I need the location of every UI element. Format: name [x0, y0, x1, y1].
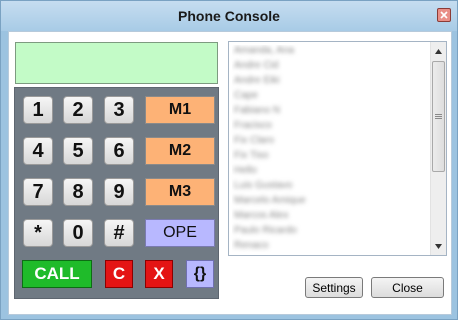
settings-button[interactable]: Settings	[305, 277, 363, 298]
list-item[interactable]: Marcelo Amique	[234, 195, 394, 207]
key-8[interactable]: 8	[63, 178, 93, 206]
cancel-button[interactable]: X	[145, 260, 173, 288]
list-item[interactable]: Hello	[234, 165, 394, 177]
list-item[interactable]: Cape	[234, 90, 394, 102]
list-item[interactable]: Amanda, Ana	[234, 45, 394, 57]
list-item[interactable]: Renaco	[234, 240, 394, 252]
memory-m1-button[interactable]: M1	[145, 96, 215, 124]
key-4[interactable]: 4	[23, 137, 53, 165]
close-button[interactable]: Close	[371, 277, 444, 298]
arrow-down-icon	[435, 243, 442, 249]
window-title: Phone Console	[178, 8, 280, 24]
list-item[interactable]: Fix Claro	[234, 135, 394, 147]
close-icon	[440, 11, 448, 19]
key-6[interactable]: 6	[104, 137, 134, 165]
list-item[interactable]: Luis Gustavo	[234, 180, 394, 192]
list-item[interactable]: Paulo Ricardo	[234, 225, 394, 237]
scroll-thumb[interactable]	[432, 61, 445, 172]
key-hash[interactable]: #	[104, 219, 134, 247]
arrow-up-icon	[435, 48, 442, 54]
clear-button[interactable]: C	[105, 260, 133, 288]
vertical-scrollbar[interactable]	[430, 42, 446, 255]
key-7[interactable]: 7	[23, 178, 53, 206]
list-item[interactable]: Fix Tiso	[234, 150, 394, 162]
list-item[interactable]: Andre Cid	[234, 60, 394, 72]
scroll-down-button[interactable]	[431, 238, 446, 254]
call-button[interactable]: CALL	[22, 260, 92, 288]
phone-console-window: Phone Console 1 2 3 M1 4 5 6 M2 7 8 9 M3…	[0, 0, 458, 320]
console-panel: 1 2 3 M1 4 5 6 M2 7 8 9 M3 * 0 # OPE CAL…	[8, 31, 452, 315]
list-item[interactable]: Fracisco	[234, 120, 394, 132]
brace-button[interactable]: {}	[186, 260, 214, 288]
list-item[interactable]: Fabiano N	[234, 105, 394, 117]
key-9[interactable]: 9	[104, 178, 134, 206]
contact-list[interactable]: Amanda, Ana Andre Cid Andre Eiki Cape Fa…	[228, 41, 447, 256]
scroll-up-button[interactable]	[431, 43, 446, 59]
contact-list-items: Amanda, Ana Andre Cid Andre Eiki Cape Fa…	[232, 45, 424, 252]
key-2[interactable]: 2	[63, 96, 93, 124]
key-star[interactable]: *	[23, 219, 53, 247]
keypad: 1 2 3 M1 4 5 6 M2 7 8 9 M3 * 0 # OPE CAL…	[14, 87, 219, 299]
ope-button[interactable]: OPE	[145, 219, 215, 247]
key-1[interactable]: 1	[23, 96, 53, 124]
list-item[interactable]: Marcos Alex	[234, 210, 394, 222]
number-display	[15, 42, 218, 84]
list-item[interactable]: Andre Eiki	[234, 75, 394, 87]
window-close-button[interactable]	[437, 8, 451, 22]
key-5[interactable]: 5	[63, 137, 93, 165]
grip-icon	[435, 114, 442, 119]
memory-m2-button[interactable]: M2	[145, 137, 215, 165]
title-bar[interactable]: Phone Console	[1, 1, 457, 31]
key-0[interactable]: 0	[63, 219, 93, 247]
key-3[interactable]: 3	[104, 96, 134, 124]
memory-m3-button[interactable]: M3	[145, 178, 215, 206]
